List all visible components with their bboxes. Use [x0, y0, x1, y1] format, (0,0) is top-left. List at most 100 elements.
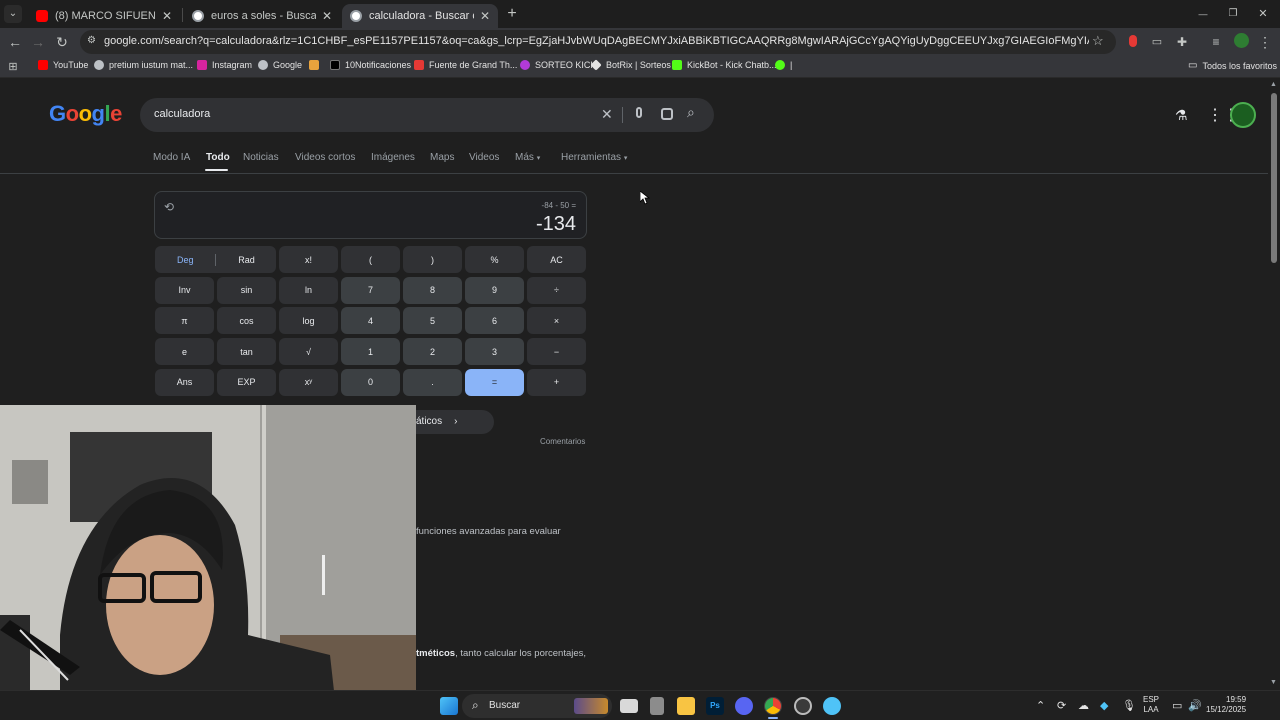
- close-icon[interactable]: ✕: [322, 9, 332, 23]
- calc-key[interactable]: Rad: [217, 246, 276, 273]
- bookmark-pretium[interactable]: pretium iustum mat...: [94, 60, 193, 70]
- close-icon[interactable]: ✕: [162, 9, 172, 23]
- profile-avatar[interactable]: [1232, 33, 1250, 51]
- minimize-button[interactable]: —: [1194, 5, 1212, 23]
- tab-search-icon[interactable]: ⌄: [4, 5, 22, 23]
- restore-button[interactable]: ❐: [1224, 5, 1242, 23]
- tab-calculadora[interactable]: calculadora - Buscar con Googl ✕: [342, 4, 498, 28]
- bookmark-unnamed[interactable]: [309, 60, 324, 70]
- calc-key[interactable]: EXP: [217, 368, 276, 396]
- address-bar[interactable]: ⚙ google.com/search?q=calculadora&rlz=1C…: [80, 30, 1116, 54]
- taskbar-search[interactable]: ⌕ Buscar: [462, 694, 612, 718]
- bookmark-10notificaciones[interactable]: 10Notificaciones: [330, 60, 411, 70]
- account-avatar[interactable]: [1230, 102, 1256, 128]
- reload-icon[interactable]: ↻: [53, 33, 71, 51]
- input-language[interactable]: ESP LAA: [1143, 695, 1159, 715]
- calc-key[interactable]: 2: [403, 338, 462, 366]
- forward-icon[interactable]: →: [29, 33, 47, 51]
- search-icon[interactable]: ⌕: [687, 104, 695, 121]
- calc-key[interactable]: √: [279, 338, 338, 366]
- onedrive-icon[interactable]: ☁: [1078, 699, 1089, 712]
- bookmark-instagram[interactable]: Instagram: [197, 60, 252, 70]
- all-bookmarks[interactable]: ▭ Todos los favoritos: [1188, 60, 1277, 71]
- calc-key[interactable]: +: [527, 368, 586, 396]
- tab-youtube[interactable]: (8) MARCO SIFUENTES EN BRU ✕: [28, 4, 180, 28]
- tab-videos[interactable]: Videos: [469, 152, 499, 163]
- feedback-link[interactable]: Comentarios: [540, 437, 585, 446]
- task-view-icon[interactable]: [620, 699, 638, 713]
- close-icon[interactable]: ✕: [480, 9, 490, 23]
- calc-key[interactable]: 5: [403, 307, 462, 335]
- tab-modo-ia[interactable]: Modo IA: [153, 152, 190, 163]
- history-icon[interactable]: ⟲: [164, 200, 174, 214]
- app-icon[interactable]: [823, 697, 841, 715]
- calc-key[interactable]: ÷: [527, 276, 586, 304]
- new-tab-button[interactable]: +: [503, 5, 521, 23]
- tab-maps[interactable]: Maps: [430, 152, 454, 163]
- calc-key[interactable]: cos: [217, 307, 276, 335]
- tab-imagenes[interactable]: Imágenes: [371, 152, 415, 163]
- search-box[interactable]: calculadora ✕ ⌕: [140, 98, 714, 132]
- bookmark-google[interactable]: Google: [258, 60, 302, 70]
- calc-key[interactable]: x!: [279, 246, 338, 273]
- calc-key[interactable]: 1: [341, 338, 400, 366]
- scroll-up-icon[interactable]: ▲: [1270, 81, 1277, 88]
- menu-icon[interactable]: ⋮: [1256, 33, 1274, 51]
- network-icon[interactable]: ▭: [1172, 699, 1182, 712]
- chrome-icon[interactable]: [764, 697, 782, 715]
- calc-key[interactable]: 6: [465, 307, 524, 335]
- close-window-button[interactable]: ✕: [1254, 5, 1272, 23]
- bookmark-botrix[interactable]: BotRix | Sorteos: [590, 59, 671, 71]
- calc-key[interactable]: 4: [341, 307, 400, 335]
- bookmark-grand-theft[interactable]: Fuente de Grand Th...: [414, 60, 517, 70]
- calc-key[interactable]: 7: [341, 276, 400, 304]
- clear-icon[interactable]: ✕: [601, 106, 613, 123]
- google-logo[interactable]: Google: [49, 101, 122, 127]
- calc-key[interactable]: 8: [403, 276, 462, 304]
- calc-key[interactable]: ln: [279, 276, 338, 304]
- calc-key[interactable]: log: [279, 307, 338, 335]
- calc-key[interactable]: AC: [527, 246, 586, 273]
- calc-key[interactable]: ): [403, 246, 462, 273]
- tab-euros-a-soles[interactable]: euros a soles - Buscar con Goo ✕: [184, 4, 340, 28]
- app-icon[interactable]: [794, 697, 812, 715]
- media-controls-icon[interactable]: ≡: [1207, 33, 1225, 51]
- back-icon[interactable]: ←: [6, 33, 24, 51]
- calc-key[interactable]: 9: [465, 276, 524, 304]
- scrollbar-thumb[interactable]: [1271, 93, 1277, 263]
- labs-flask-icon[interactable]: ⚗: [1175, 107, 1188, 124]
- calc-key[interactable]: Ans: [155, 368, 214, 396]
- photoshop-icon[interactable]: Ps: [706, 697, 724, 715]
- show-hidden-icons[interactable]: ⌃: [1036, 699, 1045, 712]
- scroll-down-icon[interactable]: ▼: [1270, 679, 1277, 686]
- bookmark-star-icon[interactable]: ☆: [1092, 33, 1104, 49]
- calc-key[interactable]: π: [155, 307, 214, 335]
- microphone-icon[interactable]: [636, 107, 642, 118]
- calc-key[interactable]: =: [465, 368, 524, 396]
- file-explorer-icon[interactable]: [677, 697, 695, 715]
- calc-key[interactable]: %: [465, 246, 524, 273]
- page-scrollbar[interactable]: ▲ ▼: [1268, 81, 1280, 690]
- calc-key[interactable]: xʸ: [279, 368, 338, 396]
- extension-icon[interactable]: [1124, 33, 1142, 51]
- extension-icon[interactable]: ▭: [1148, 33, 1166, 51]
- calc-key[interactable]: e: [155, 338, 214, 366]
- apps-grid-icon[interactable]: ⊞: [4, 58, 22, 76]
- calc-key[interactable]: .: [403, 368, 462, 396]
- tab-videos-cortos[interactable]: Videos cortos: [295, 152, 355, 163]
- extensions-puzzle-icon[interactable]: ✚: [1173, 33, 1191, 51]
- volume-icon[interactable]: 🔊: [1188, 699, 1202, 712]
- calc-key[interactable]: Inv: [155, 276, 214, 304]
- app-icon[interactable]: [650, 697, 664, 715]
- site-info-icon[interactable]: ⚙: [87, 35, 96, 46]
- lens-icon[interactable]: [661, 108, 673, 120]
- calc-key[interactable]: −: [527, 338, 586, 366]
- windows-start-icon[interactable]: [440, 697, 458, 715]
- clock[interactable]: 19:59 15/12/2025: [1206, 695, 1246, 715]
- calc-key[interactable]: sin: [217, 276, 276, 304]
- microphone-icon[interactable]: 🎙: [1122, 699, 1136, 712]
- tools-button[interactable]: Herramientas ▾: [561, 152, 627, 163]
- tab-noticias[interactable]: Noticias: [243, 152, 279, 163]
- calc-key[interactable]: tan: [217, 338, 276, 366]
- bookmark-sorteo-kick[interactable]: SORTEO KICK: [520, 60, 596, 70]
